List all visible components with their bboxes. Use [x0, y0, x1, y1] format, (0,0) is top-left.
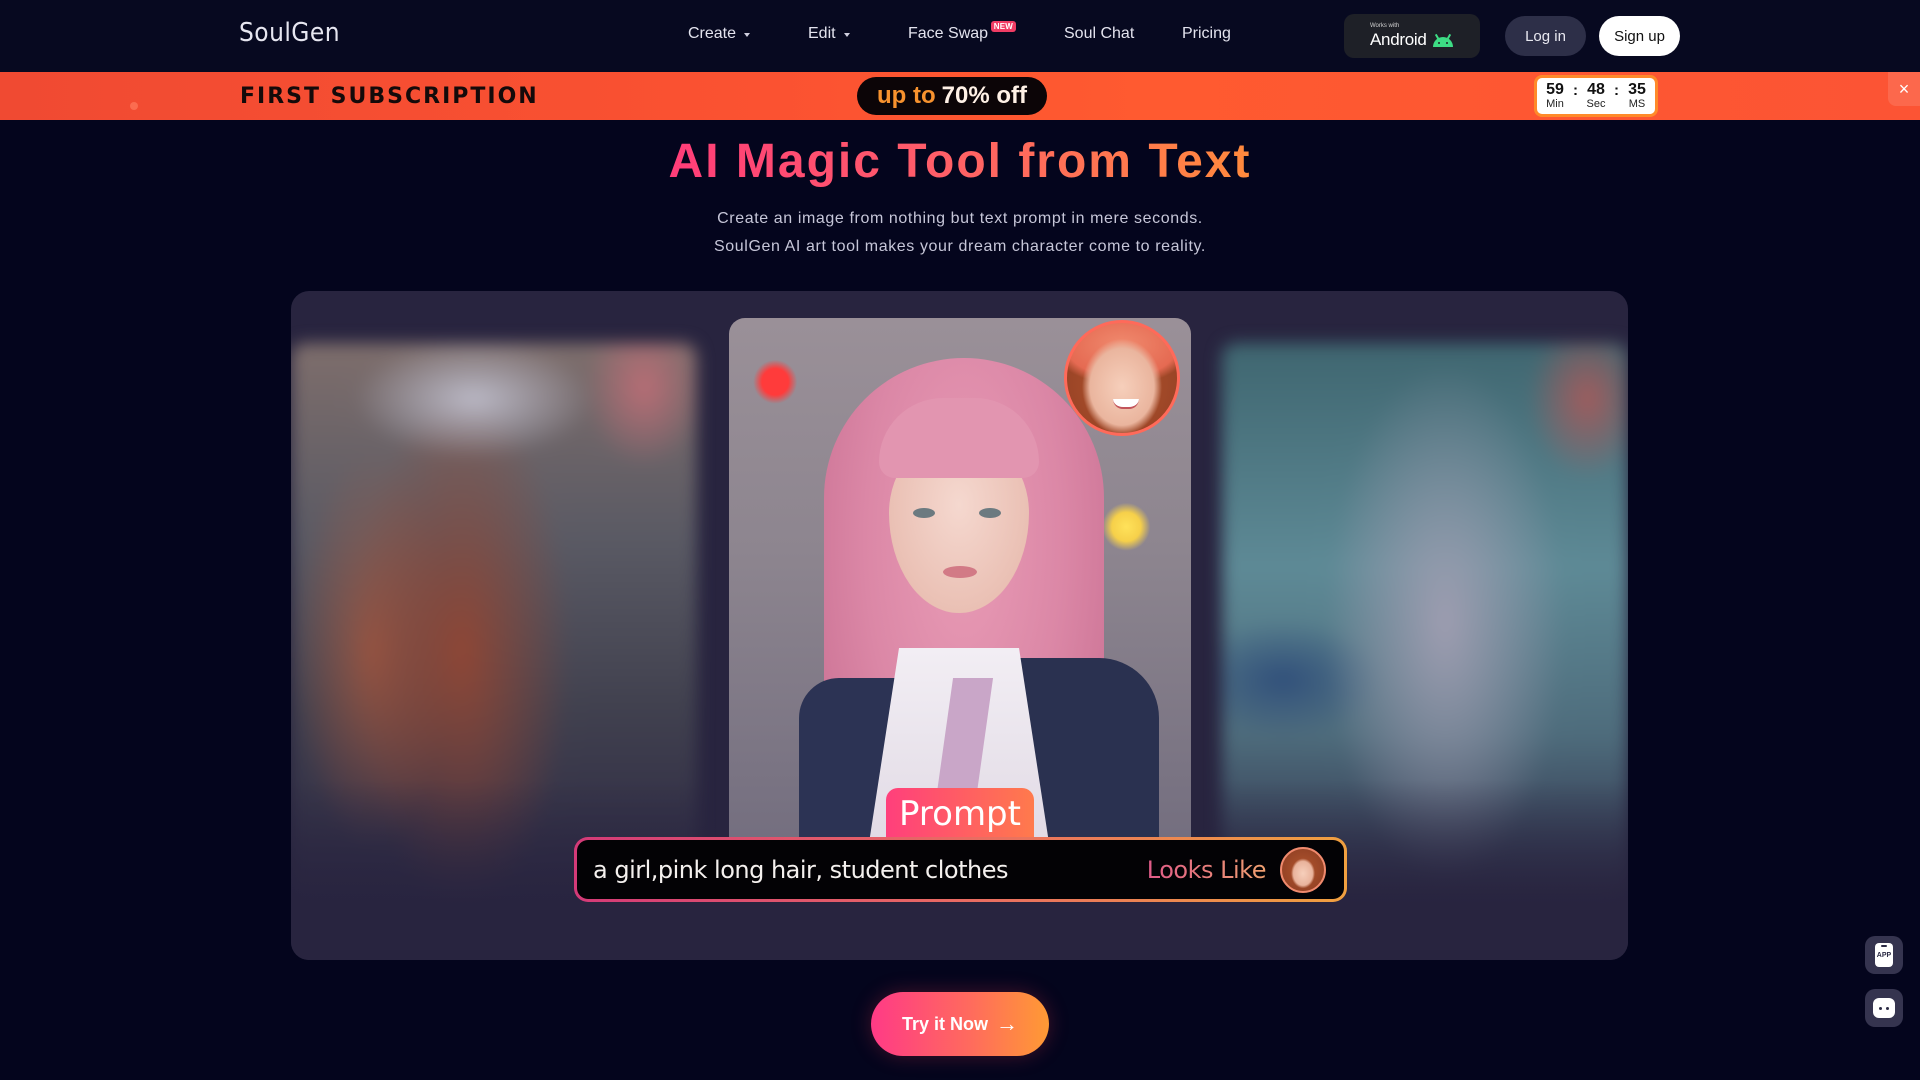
decorative-dot: [130, 102, 138, 110]
nav-soul-chat[interactable]: Soul Chat: [1064, 25, 1134, 43]
soulgen-logo[interactable]: SoulGen: [239, 18, 340, 48]
login-button[interactable]: Log in: [1505, 16, 1586, 56]
prompt-tag: Prompt: [886, 788, 1034, 840]
try-it-now-label: Try it Now: [901, 1013, 988, 1034]
app-phone-icon: APP: [1875, 943, 1893, 967]
android-icon: [1432, 33, 1454, 47]
timer-separator: :: [1614, 81, 1619, 99]
offer-value: 70% off: [941, 82, 1027, 109]
page-title: AI Magic Tool from Text: [0, 134, 1920, 189]
nav-create[interactable]: Create: [688, 25, 751, 43]
chat-support-button[interactable]: [1865, 989, 1903, 1027]
promo-title: FIRST SUBSCRIPTION: [240, 84, 539, 109]
offer-prefix: up to: [877, 82, 936, 109]
looks-like: Looks Like: [1146, 846, 1326, 893]
prompt-text: a girl,pink long hair, student clothes: [593, 855, 1009, 884]
prompt-bar: a girl,pink long hair, student clothes L…: [574, 837, 1347, 902]
try-it-now-button[interactable]: Try it Now →: [871, 992, 1049, 1056]
timer-minutes-label: Min: [1546, 98, 1564, 110]
timer-separator: :: [1573, 81, 1578, 99]
timer-seconds: 48: [1587, 81, 1605, 98]
nav-edit[interactable]: Edit: [808, 25, 850, 43]
nav-pricing[interactable]: Pricing: [1182, 25, 1231, 43]
nav-create-label: Create: [688, 25, 737, 42]
top-navbar: SoulGen Create Edit Face Swap NEW Soul C…: [0, 0, 1920, 72]
nav-face-swap[interactable]: Face Swap NEW: [908, 21, 1017, 43]
signup-button[interactable]: Sign up: [1599, 16, 1680, 56]
looks-like-avatar: [1280, 846, 1326, 893]
timer-ms-label: MS: [1628, 98, 1646, 110]
page-title-text: AI Magic Tool from Text: [668, 135, 1252, 188]
nav-face-swap-label: Face Swap: [908, 25, 989, 42]
hero-subtitle-line-2: SoulGen AI art tool makes your dream cha…: [714, 238, 1206, 255]
app-download-button[interactable]: APP: [1865, 936, 1903, 974]
android-works-with: Works with: [1370, 23, 1400, 29]
close-icon[interactable]: ×: [1888, 72, 1920, 106]
nav-edit-label: Edit: [808, 25, 836, 42]
android-label: Android: [1370, 30, 1427, 49]
promo-offer-pill[interactable]: up to 70% off: [857, 77, 1047, 115]
chevron-down-icon: [744, 33, 751, 37]
hero-subtitle-line-1: Create an image from nothing but text pr…: [717, 210, 1203, 227]
chevron-down-icon: [843, 33, 850, 37]
android-app-button[interactable]: Works with Android: [1344, 14, 1480, 58]
countdown-timer: 59 Min : 48 Sec : 35 MS: [1534, 75, 1658, 117]
nav-soul-chat-label: Soul Chat: [1064, 25, 1135, 42]
timer-seconds-label: Sec: [1586, 98, 1606, 110]
new-badge: NEW: [990, 21, 1017, 32]
timer-ms: 35: [1628, 81, 1646, 98]
reference-face-avatar: [1064, 320, 1180, 436]
nav-pricing-label: Pricing: [1182, 25, 1231, 42]
chat-bot-icon: [1873, 998, 1895, 1018]
looks-like-label: Looks Like: [1146, 855, 1267, 884]
arrow-right-icon: →: [996, 1011, 1018, 1036]
timer-minutes: 59: [1546, 81, 1564, 98]
